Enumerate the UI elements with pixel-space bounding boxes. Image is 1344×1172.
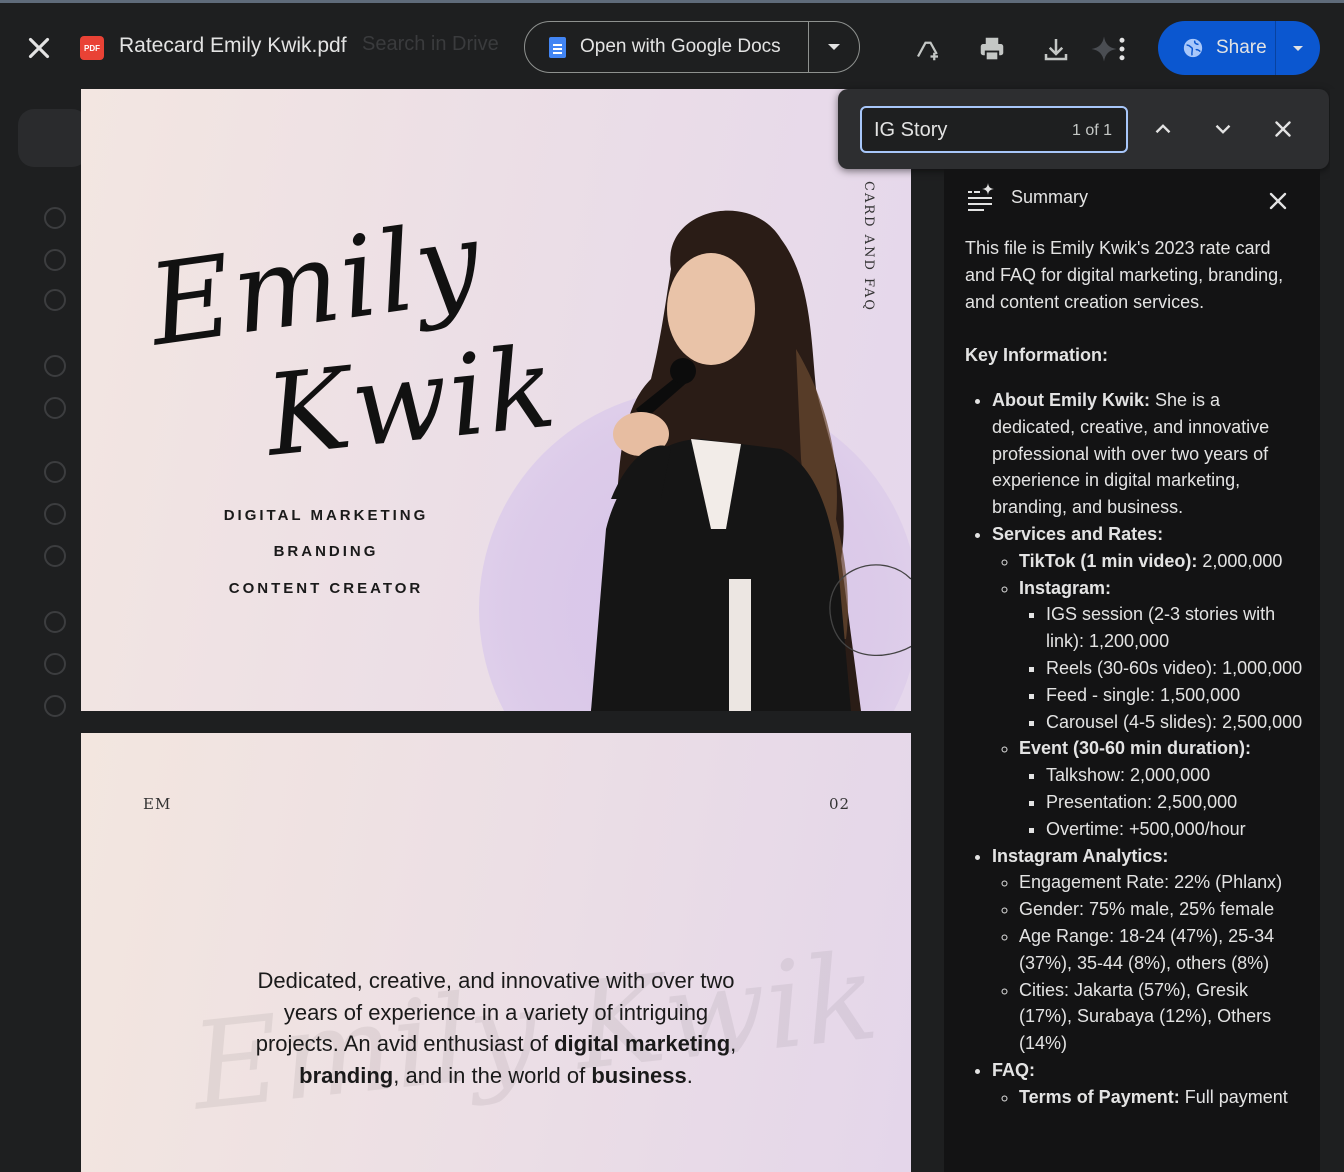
panel-scrollbar[interactable] [1330,89,1344,1172]
open-with-label: Open with Google Docs [580,36,781,57]
pdf-page-2: EM 02 Emily Kwik Dedicated, creative, an… [81,733,911,1172]
list-item: Engagement Rate: 22% (Phlanx) [1019,869,1305,896]
download-button[interactable] [1038,31,1074,67]
background-shared-icon [44,461,66,483]
add-shortcut-icon [917,41,938,61]
share-dropdown-button[interactable] [1276,44,1320,53]
page-corner-initials: EM [143,795,172,813]
background-trash-icon [44,653,66,675]
find-previous-button[interactable] [1147,113,1179,145]
list-item: Age Range: 18-24 (47%), 25-34 (37%), 35-… [1019,923,1305,977]
background-recent-icon [44,503,66,525]
background-activity-icon [44,249,66,271]
background-search-placeholder: Search in Drive [362,33,499,55]
file-title: Ratecard Emily Kwik.pdf [119,34,347,57]
background-starred-icon [44,545,66,567]
add-shortcut-button[interactable] [910,31,946,67]
list-item: Gender: 75% male, 25% female [1019,896,1305,923]
open-with-google-docs-button[interactable]: Open with Google Docs [525,22,809,72]
summary-panel: Summary This file is Emily Kwik's 2023 r… [944,169,1320,1172]
list-item-services: Services and Rates: TikTok (1 min video)… [992,521,1305,843]
globe-icon [1183,38,1203,58]
list-item-about: About Emily Kwik: She is a dedicated, cr… [992,387,1305,521]
background-storage-icon [44,695,66,717]
find-match-count: 1 of 1 [1071,122,1112,139]
list-item: Reels (30-60s video): 1,000,000 [1046,655,1305,682]
background-computers-icon [44,397,66,419]
bio-paragraph: Dedicated, creative, and innovative with… [255,968,737,1088]
open-with-dropdown-button[interactable] [809,42,859,52]
summary-sparkle-list-icon [968,183,994,211]
chevron-down-icon [1215,124,1231,134]
more-vert-icon [1119,37,1125,61]
find-input[interactable]: IG Story 1 of 1 [860,106,1128,153]
print-button[interactable] [974,31,1010,67]
google-docs-icon [549,36,566,58]
list-item-instagram: Instagram: IGS session (2-3 stories with… [1019,575,1305,736]
summary-content: This file is Emily Kwik's 2023 rate card… [965,235,1305,1111]
share-button[interactable]: Share [1158,21,1276,75]
print-icon [980,37,1004,62]
list-item-event: Event (30-60 min duration): Talkshow: 2,… [1019,735,1305,842]
tagline-1: DIGITAL MARKETING [223,507,429,524]
background-workspaces-icon [44,289,66,311]
caret-down-icon [1293,45,1303,51]
close-icon [28,37,50,59]
page-number: 02 [829,795,851,813]
tagline-3: CONTENT CREATOR [228,580,424,597]
pdf-file-icon: PDF [80,36,104,60]
find-in-document-bar: IG Story 1 of 1 [838,89,1329,169]
open-with-button-group: Open with Google Docs [524,21,860,73]
close-summary-button[interactable] [1264,187,1292,215]
list-item: Terms of Payment: Full payment [1019,1084,1305,1111]
caret-down-icon [828,44,840,50]
share-button-group: Share [1158,21,1320,75]
list-item: Overtime: +500,000/hour [1046,816,1305,843]
summary-title: Summary [1011,187,1089,207]
list-item-faq: FAQ: Terms of Payment: Full payment [992,1057,1305,1111]
background-spam-icon [44,611,66,633]
list-item-tiktok: TikTok (1 min video): 2,000,000 [1019,548,1305,575]
more-options-button[interactable] [1104,31,1140,67]
list-item-analytics: Instagram Analytics: Engagement Rate: 22… [992,843,1305,1057]
summary-intro: This file is Emily Kwik's 2023 rate card… [965,238,1284,312]
list-item: IGS session (2-3 stories with link): 1,2… [1046,601,1305,655]
find-query: IG Story [874,119,948,141]
list-item: Cities: Jakarta (57%), Gresik (17%), Sur… [1019,977,1305,1057]
summary-list: About Emily Kwik: She is a dedicated, cr… [965,387,1305,1111]
viewer-top-bar: PDF Ratecard Emily Kwik.pdf Search in Dr… [0,3,1344,89]
download-icon [1044,39,1068,61]
close-viewer-button[interactable] [22,31,56,65]
list-item: Presentation: 2,500,000 [1046,789,1305,816]
background-drive-sidebar [0,89,88,1172]
close-icon [1275,121,1291,137]
share-label: Share [1216,37,1267,58]
background-mydrive-icon [44,355,66,377]
list-item: Talkshow: 2,000,000 [1046,762,1305,789]
find-close-button[interactable] [1267,113,1299,145]
list-item: Carousel (4-5 slides): 2,500,000 [1046,709,1305,736]
pdf-page-1: Emily Kwik DIGITAL MARKETING BRANDING CO… [81,89,911,711]
background-home-icon [44,207,66,229]
find-next-button[interactable] [1207,113,1239,145]
key-information-heading: Key Information: [965,345,1109,366]
chevron-up-icon [1155,124,1171,134]
list-item: Feed - single: 1,500,000 [1046,682,1305,709]
decorative-line [829,564,911,656]
tagline-2: BRANDING [273,543,379,560]
background-new-button [18,109,88,167]
